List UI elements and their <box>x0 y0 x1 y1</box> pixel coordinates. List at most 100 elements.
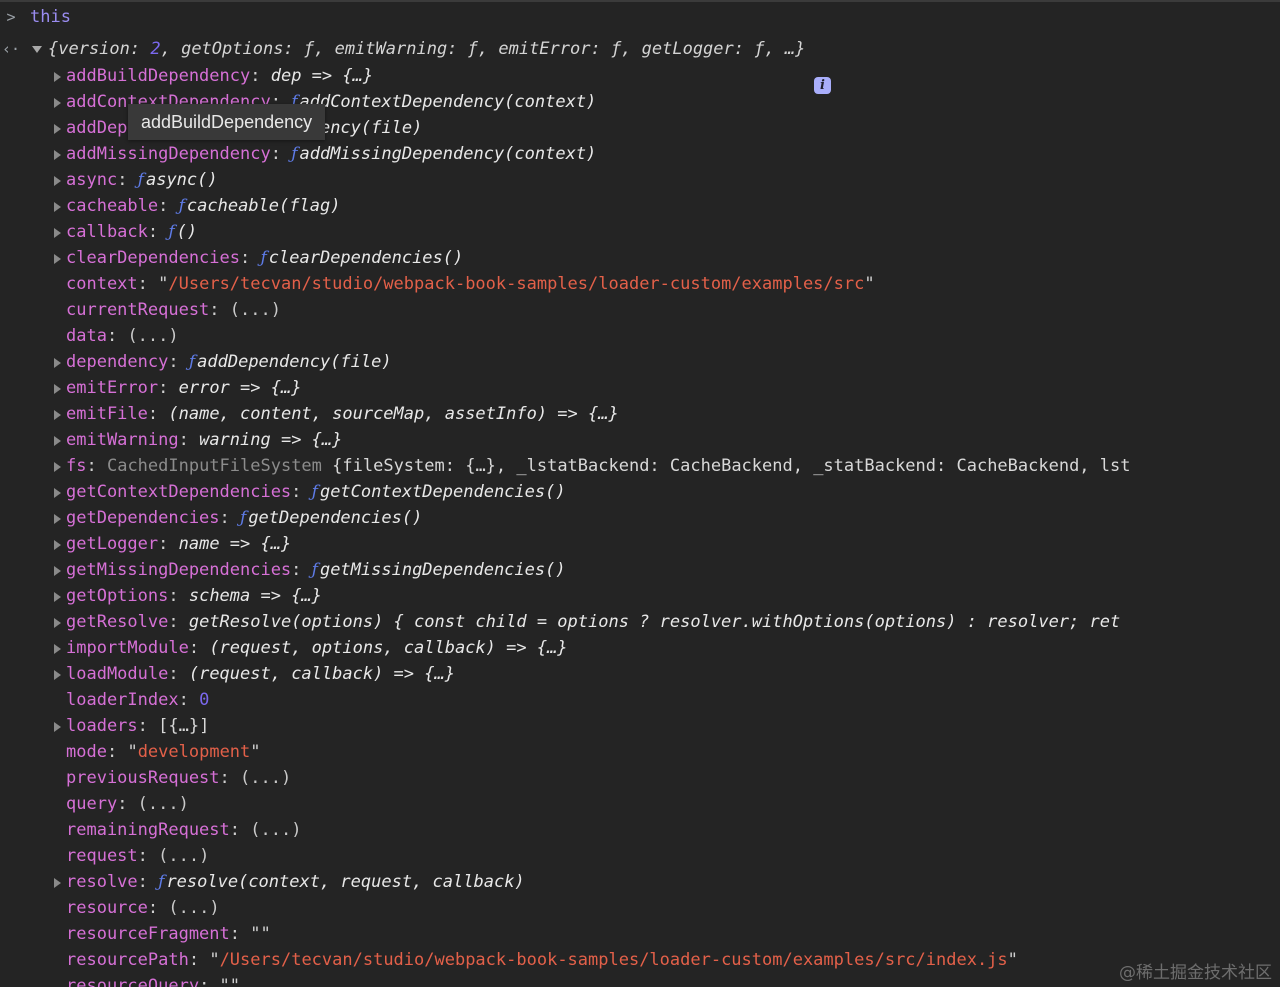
property-expand-toggle-icon[interactable] <box>54 618 61 628</box>
property-value-number: 0 <box>199 690 210 710</box>
property-value-lazy-getter[interactable]: (...) <box>138 794 189 814</box>
property-name[interactable]: getContextDependencies <box>66 482 291 502</box>
property-value-lazy-getter[interactable]: (...) <box>168 898 219 918</box>
property-expand-toggle-icon[interactable] <box>54 488 61 498</box>
property-expand-toggle-icon[interactable] <box>54 540 61 550</box>
prompt-caret-icon: > <box>6 8 16 26</box>
property-name[interactable]: resourcePath <box>66 950 189 970</box>
property-expand-toggle-icon[interactable] <box>54 98 61 108</box>
property-name[interactable]: async <box>66 170 117 190</box>
property-name[interactable]: getOptions <box>66 586 168 606</box>
console-input-row[interactable]: > this <box>0 4 70 30</box>
property-name[interactable]: resourceQuery <box>66 976 199 987</box>
class-preview-space <box>322 456 332 476</box>
property-body: loadModule: (request, callback) => {…} <box>66 661 455 687</box>
property-name[interactable]: loaders <box>66 716 138 736</box>
property-expand-toggle-icon[interactable] <box>54 202 61 212</box>
property-body: addBuildDependency: dep => {…} <box>66 63 373 89</box>
object-expand-toggle-icon[interactable] <box>32 46 42 53</box>
property-name[interactable]: request <box>66 846 138 866</box>
property-expand-toggle-icon[interactable] <box>54 72 61 82</box>
property-name[interactable]: loadModule <box>66 664 168 684</box>
property-value-string: /Users/tecvan/studio/webpack-book-sample… <box>219 950 1008 970</box>
function-glyph-icon: ƒ <box>260 248 267 268</box>
property-expand-toggle-icon[interactable] <box>54 384 61 394</box>
function-glyph-icon: ƒ <box>178 196 185 216</box>
property-name[interactable]: getResolve <box>66 612 168 632</box>
property-body: getMissingDependencies: ƒ getMissingDepen… <box>66 557 566 583</box>
property-body: resourcePath: "/Users/tecvan/studio/webp… <box>66 947 1018 973</box>
object-preview-version-number: 2 <box>150 39 161 59</box>
info-badge-icon[interactable]: i <box>814 77 831 94</box>
property-value-signature: resolve(context, request, callback) <box>166 872 525 892</box>
property-expand-toggle-icon[interactable] <box>54 670 61 680</box>
property-name[interactable]: resource <box>66 898 148 918</box>
property-expand-toggle-icon[interactable] <box>54 176 61 186</box>
property-name[interactable]: addMissingDependency <box>66 144 271 164</box>
property-name[interactable]: getDependencies <box>66 508 220 528</box>
property-name[interactable]: mode <box>66 742 107 762</box>
property-value-signature: getContextDependencies() <box>319 482 566 502</box>
property-body: getDependencies: ƒ getDependencies() <box>66 505 422 531</box>
property-separator: : <box>209 300 230 320</box>
property-expand-toggle-icon[interactable] <box>54 436 61 446</box>
property-name[interactable]: emitWarning <box>66 430 179 450</box>
property-name[interactable]: clearDependencies <box>66 248 240 268</box>
property-name[interactable]: importModule <box>66 638 189 658</box>
property-expand-toggle-icon[interactable] <box>54 592 61 602</box>
property-separator: : <box>270 144 292 164</box>
property-expand-toggle-icon[interactable] <box>54 722 61 732</box>
property-separator: : <box>147 222 169 242</box>
string-close-quote: " <box>250 742 261 762</box>
property-expand-toggle-icon[interactable] <box>54 358 61 368</box>
property-value-lazy-getter[interactable]: (...) <box>230 300 281 320</box>
property-value-lazy-getter[interactable]: (...) <box>158 846 209 866</box>
property-expand-toggle-icon[interactable] <box>54 566 61 576</box>
property-expand-toggle-icon[interactable] <box>54 878 61 888</box>
property-name[interactable]: getMissingDependencies <box>66 560 291 580</box>
property-separator: : <box>168 612 189 632</box>
property-name[interactable]: callback <box>66 222 148 242</box>
property-expand-toggle-icon[interactable] <box>54 150 61 160</box>
property-expand-toggle-icon[interactable] <box>54 462 61 472</box>
property-name[interactable]: previousRequest <box>66 768 220 788</box>
property-expand-toggle-icon[interactable] <box>54 514 61 524</box>
property-separator: : <box>250 66 271 86</box>
property-name[interactable]: loaderIndex <box>66 690 179 710</box>
property-value-lazy-getter[interactable]: (...) <box>250 820 301 840</box>
property-name[interactable]: context <box>66 274 138 294</box>
property-name[interactable]: getLogger <box>66 534 158 554</box>
console-input-expression[interactable]: this <box>30 4 71 30</box>
property-name[interactable]: fs <box>66 456 86 476</box>
property-name[interactable]: dependency <box>66 352 168 372</box>
property-name[interactable]: addBuildDependency <box>66 66 250 86</box>
property-body: loaders: [{…}] <box>66 713 209 739</box>
property-name[interactable]: remainingRequest <box>66 820 230 840</box>
property-name[interactable]: emitFile <box>66 404 148 424</box>
function-glyph-icon: ƒ <box>168 222 175 242</box>
property-name[interactable]: data <box>66 326 107 346</box>
property-value-signature: addMissingDependency(context) <box>299 144 597 164</box>
console-result-row: ‹· {version: 2, getOptions: ƒ, emitWarni… <box>0 36 831 94</box>
property-value-lazy-getter[interactable]: (...) <box>240 768 291 788</box>
property-body: data: (...) <box>66 323 179 349</box>
property-separator: : <box>219 768 241 788</box>
property-separator: : <box>178 430 200 450</box>
property-name[interactable]: emitError <box>66 378 158 398</box>
property-body: currentRequest: (...) <box>66 297 281 323</box>
property-body: cacheable: ƒ cacheable(flag) <box>66 193 340 219</box>
string-open-quote: " <box>250 924 261 944</box>
property-value-lazy-getter[interactable]: (...) <box>127 326 178 346</box>
property-expand-toggle-icon[interactable] <box>54 410 61 420</box>
property-expand-toggle-icon[interactable] <box>54 644 61 654</box>
property-expand-toggle-icon[interactable] <box>54 228 61 238</box>
property-name[interactable]: resolve <box>66 872 138 892</box>
property-separator: : <box>86 456 107 476</box>
property-name[interactable]: cacheable <box>66 196 158 216</box>
property-expand-toggle-icon[interactable] <box>54 254 61 264</box>
object-preview[interactable]: {version: 2, getOptions: ƒ, emitWarning:… <box>48 36 805 62</box>
property-name[interactable]: currentRequest <box>66 300 209 320</box>
property-expand-toggle-icon[interactable] <box>54 124 61 134</box>
property-name[interactable]: resourceFragment <box>66 924 230 944</box>
property-name[interactable]: query <box>66 794 117 814</box>
